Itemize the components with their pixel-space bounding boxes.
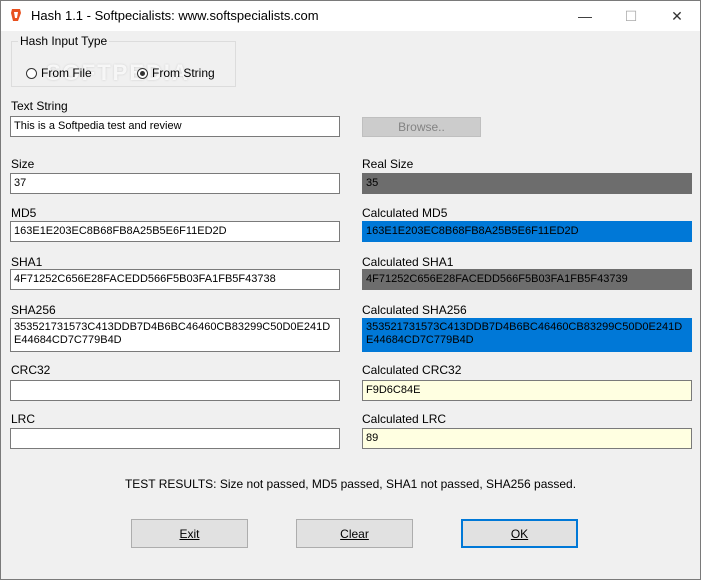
real-size-field: 35 xyxy=(362,173,692,194)
ok-button[interactable]: OK xyxy=(461,519,578,548)
size-label: Size xyxy=(11,157,35,171)
calculated-md5-label: Calculated MD5 xyxy=(362,206,448,220)
lrc-input[interactable] xyxy=(10,428,340,449)
calculated-lrc-label: Calculated LRC xyxy=(362,412,447,426)
minimize-button[interactable]: — xyxy=(562,1,608,31)
calculated-crc32-field: F9D6C84E xyxy=(362,380,692,401)
window-title: Hash 1.1 - Softpecialists: www.softspeci… xyxy=(31,8,319,23)
close-icon: ✕ xyxy=(671,7,683,24)
radio-from-file[interactable]: From File xyxy=(26,66,92,80)
md5-label: MD5 xyxy=(11,206,37,220)
calculated-sha256-label: Calculated SHA256 xyxy=(362,303,467,317)
text-string-input[interactable]: This is a Softpedia test and review xyxy=(10,116,340,137)
group-legend: Hash Input Type xyxy=(18,34,110,48)
radio-label: From String xyxy=(152,66,215,80)
title-bar[interactable]: Hash 1.1 - Softpecialists: www.softspeci… xyxy=(1,1,700,31)
radio-circle-icon xyxy=(26,67,37,79)
size-input[interactable]: 37 xyxy=(10,173,340,194)
calculated-crc32-label: Calculated CRC32 xyxy=(362,363,462,377)
calculated-lrc-field: 89 xyxy=(362,428,692,449)
clear-button[interactable]: Clear xyxy=(296,519,413,548)
exit-button[interactable]: Exit xyxy=(131,519,248,548)
close-button[interactable]: ✕ xyxy=(654,1,700,31)
lrc-label: LRC xyxy=(11,412,36,426)
app-window: Hash 1.1 - Softpecialists: www.softspeci… xyxy=(0,0,701,580)
calculated-sha1-field: 4F71252C656E28FACEDD566F5B03FA1FB5F43739 xyxy=(362,269,692,290)
minimize-icon: — xyxy=(578,8,592,24)
calculated-sha256-field: 353521731573C413DDB7D4B6BC46460CB83299C5… xyxy=(362,318,692,352)
real-size-label: Real Size xyxy=(362,157,414,171)
crc32-input[interactable] xyxy=(10,380,340,401)
text-string-label: Text String xyxy=(11,99,68,113)
sha1-input[interactable]: 4F71252C656E28FACEDD566F5B03FA1FB5F43738 xyxy=(10,269,340,290)
client-area: Hash Input Type SOFTPEDIA From File From… xyxy=(1,31,700,579)
maximize-button[interactable]: ☐ xyxy=(608,1,654,31)
browse-button[interactable]: Browse.. xyxy=(362,117,481,137)
hash-input-type-group: Hash Input Type SOFTPEDIA From File From… xyxy=(11,34,236,87)
test-results-text: TEST RESULTS: Size not passed, MD5 passe… xyxy=(124,477,577,491)
maximize-icon: ☐ xyxy=(624,7,638,24)
radio-selected-icon xyxy=(137,67,148,79)
md5-input[interactable]: 163E1E203EC8B68FB8A25B5E6F11ED2D xyxy=(10,221,340,242)
app-icon xyxy=(11,9,21,21)
sha1-label: SHA1 xyxy=(11,255,43,269)
radio-from-string[interactable]: From String xyxy=(137,66,215,80)
calculated-sha1-label: Calculated SHA1 xyxy=(362,255,454,269)
calculated-md5-field: 163E1E203EC8B68FB8A25B5E6F11ED2D xyxy=(362,221,692,242)
sha256-input[interactable]: 353521731573C413DDB7D4B6BC46460CB83299C5… xyxy=(10,318,340,352)
crc32-label: CRC32 xyxy=(11,363,51,377)
radio-label: From File xyxy=(41,66,92,80)
sha256-label: SHA256 xyxy=(11,303,56,317)
